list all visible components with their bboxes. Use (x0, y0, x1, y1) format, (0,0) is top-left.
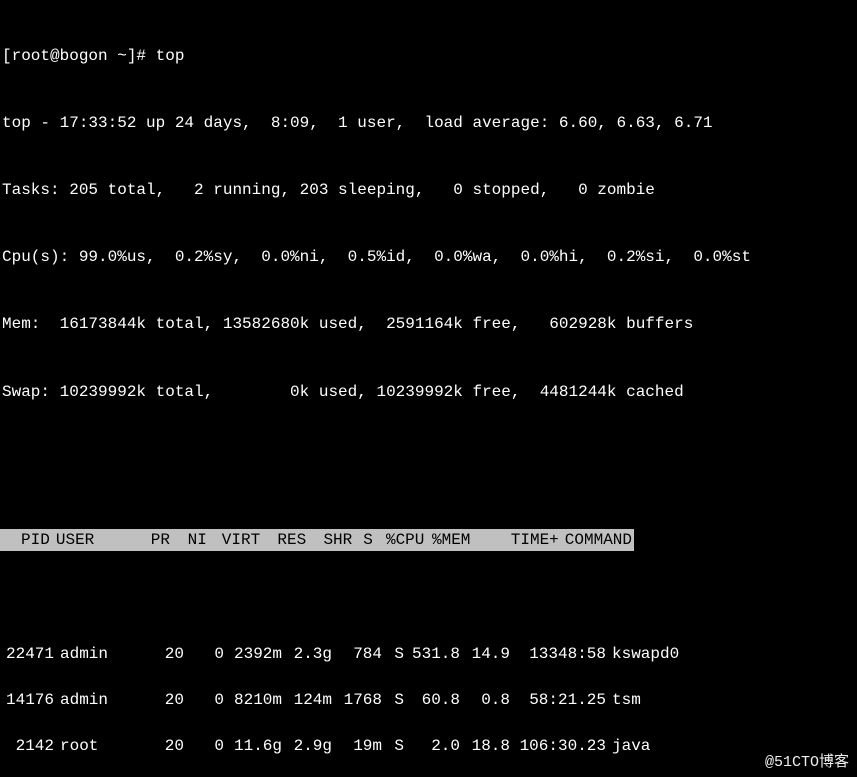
hdr-shr: SHR (306, 529, 352, 551)
cell-mem: 18.8 (460, 735, 510, 757)
cell-user: admin (54, 689, 138, 711)
cell-mem: 0.8 (460, 689, 510, 711)
cell-user: admin (54, 643, 138, 665)
cell-pid: 22471 (2, 643, 54, 665)
cell-pr: 20 (138, 689, 184, 711)
hdr-res: RES (260, 529, 306, 551)
hdr-pid: PID (2, 529, 50, 551)
cell-user: root (54, 735, 138, 757)
cell-ni: 0 (184, 735, 224, 757)
cell-virt: 2392m (224, 643, 282, 665)
hdr-user: USER (50, 529, 128, 551)
process-list: 22471admin2002392m2.3g784S531.814.913348… (0, 643, 857, 777)
cell-cmd: tsm (606, 689, 855, 711)
process-row: 2142root20011.6g2.9g19mS2.018.8106:30.23… (0, 735, 857, 757)
cell-mem: 14.9 (460, 643, 510, 665)
cell-ni: 0 (184, 643, 224, 665)
top-summary-line-4: Mem: 16173844k total, 13582680k used, 25… (0, 313, 857, 335)
cell-pid: 14176 (2, 689, 54, 711)
top-summary-line-2: Tasks: 205 total, 2 running, 203 sleepin… (0, 179, 857, 201)
cell-pid: 2142 (2, 735, 54, 757)
cell-s: S (382, 643, 404, 665)
cell-res: 124m (282, 689, 332, 711)
hdr-virt: VIRT (207, 529, 260, 551)
hdr-cmd: COMMAND (559, 529, 632, 551)
top-summary-line-1: top - 17:33:52 up 24 days, 8:09, 1 user,… (0, 112, 857, 134)
hdr-cpu: %CPU (373, 529, 425, 551)
cell-res: 2.3g (282, 643, 332, 665)
cell-time: 106:30.23 (510, 735, 606, 757)
cell-res: 2.9g (282, 735, 332, 757)
cell-pr: 20 (138, 735, 184, 757)
cell-ni: 0 (184, 689, 224, 711)
hdr-mem: %MEM (424, 529, 470, 551)
top-column-headers: PID USER PR NI VIRT RES SHR S %CPU %MEM … (0, 529, 634, 551)
cell-time: 13348:58 (510, 643, 606, 665)
top-summary-line-5: Swap: 10239992k total, 0k used, 10239992… (0, 381, 857, 403)
cell-virt: 11.6g (224, 735, 282, 757)
cell-time: 58:21.25 (510, 689, 606, 711)
hdr-pr: PR (128, 529, 170, 551)
cell-cpu: 60.8 (404, 689, 460, 711)
hdr-time: TIME+ (470, 529, 558, 551)
process-row: 22471admin2002392m2.3g784S531.814.913348… (0, 643, 857, 665)
hdr-s: S (352, 529, 373, 551)
cell-cmd: kswapd0 (606, 643, 855, 665)
cell-s: S (382, 689, 404, 711)
shell-prompt: [root@bogon ~]# top (0, 45, 857, 67)
process-row: 14176admin2008210m124m1768S60.80.858:21.… (0, 689, 857, 711)
cell-cpu: 531.8 (404, 643, 460, 665)
cell-shr: 19m (332, 735, 382, 757)
cell-shr: 1768 (332, 689, 382, 711)
watermark-text: @51CTO博客 (765, 752, 849, 773)
cell-pr: 20 (138, 643, 184, 665)
top-summary-line-3: Cpu(s): 99.0%us, 0.2%sy, 0.0%ni, 0.5%id,… (0, 246, 857, 268)
cell-virt: 8210m (224, 689, 282, 711)
terminal-window[interactable]: [root@bogon ~]# top top - 17:33:52 up 24… (0, 0, 857, 777)
cell-shr: 784 (332, 643, 382, 665)
cell-s: S (382, 735, 404, 757)
cell-cpu: 2.0 (404, 735, 460, 757)
hdr-ni: NI (170, 529, 207, 551)
